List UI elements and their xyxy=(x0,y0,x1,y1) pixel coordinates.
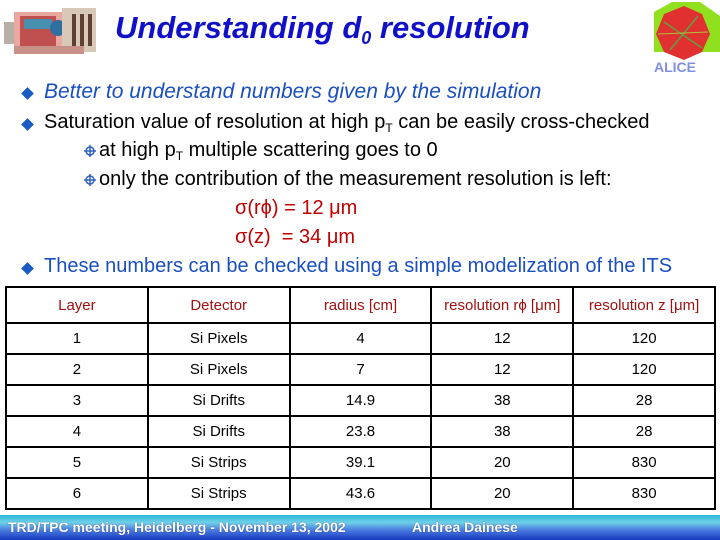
diamond-bullet-icon xyxy=(21,87,34,100)
cell-radius: 43.6 xyxy=(288,477,433,510)
cell-resolution-z: 120 xyxy=(572,353,716,386)
header-layer: Layer xyxy=(5,286,149,324)
cell-radius: 14.9 xyxy=(288,384,433,417)
cell-layer: 4 xyxy=(5,415,149,448)
table-row: 3 Si Drifts 14.9 38 28 xyxy=(5,384,716,417)
page-title: Understanding d0 resolution xyxy=(115,10,530,49)
alice-logo-text: ALICE xyxy=(654,59,696,75)
header-resolution-rphi: resolution rϕ [μm] xyxy=(430,286,575,324)
formula-sigma-rphi: σ(rϕ) = 12 μm xyxy=(235,197,358,219)
header-radius: radius [cm] xyxy=(288,286,433,324)
table-row: 5 Si Strips 39.1 20 830 xyxy=(5,446,716,479)
cell-radius: 4 xyxy=(288,322,433,355)
header-resolution-z: resolution z [μm] xyxy=(572,286,716,324)
bullet-2: Saturation value of resolution at high p… xyxy=(44,111,649,135)
title-tail: resolution xyxy=(371,10,530,45)
cell-radius: 23.8 xyxy=(288,415,433,448)
crosshair-bullet-icon xyxy=(84,174,96,186)
table-row: 2 Si Pixels 7 12 120 xyxy=(5,353,716,386)
bullet-2-text-a: Saturation value of resolution at high p xyxy=(44,111,386,133)
cell-resolution-rphi: 20 xyxy=(430,477,575,510)
bullet-3: These numbers can be checked using a sim… xyxy=(44,255,673,277)
bullet-2-subscript: T xyxy=(385,121,393,135)
sub-bullet-1-subscript: T xyxy=(175,149,184,163)
cell-resolution-rphi: 38 xyxy=(430,384,575,417)
cell-resolution-rphi: 12 xyxy=(430,322,575,355)
sub-bullet-2: only the contribution of the measurement… xyxy=(99,168,612,190)
cell-radius: 7 xyxy=(288,353,433,386)
footer-bar: TRD/TPC meeting, Heidelberg - November 1… xyxy=(0,515,720,540)
bullet-1: Better to understand numbers given by th… xyxy=(44,80,542,103)
cell-detector: Si Strips xyxy=(146,477,291,510)
footer-author: Andrea Dainese xyxy=(412,519,518,535)
sub-bullet-1-text-a: at high p xyxy=(99,139,176,161)
table-header-row: Layer Detector radius [cm] resolution rϕ… xyxy=(5,286,716,324)
table-row: 4 Si Drifts 23.8 38 28 xyxy=(5,415,716,448)
title-subscript: 0 xyxy=(361,28,372,48)
cell-layer: 6 xyxy=(5,477,149,510)
table-row: 6 Si Strips 43.6 20 830 xyxy=(5,477,716,510)
cell-resolution-z: 28 xyxy=(572,415,716,448)
cell-resolution-z: 120 xyxy=(572,322,716,355)
header-detector: Detector xyxy=(146,286,291,324)
cell-radius: 39.1 xyxy=(288,446,433,479)
cell-resolution-rphi: 20 xyxy=(430,446,575,479)
sub-bullet-1: at high pT multiple scattering goes to 0 xyxy=(99,139,438,163)
cell-resolution-z: 830 xyxy=(572,477,716,510)
cell-resolution-z: 28 xyxy=(572,384,716,417)
cell-layer: 2 xyxy=(5,353,149,386)
alice-logo: ALICE xyxy=(654,2,720,75)
cell-resolution-rphi: 38 xyxy=(430,415,575,448)
cell-detector: Si Pixels xyxy=(146,322,291,355)
diamond-bullet-icon xyxy=(21,118,34,131)
cell-layer: 1 xyxy=(5,322,149,355)
formula-sigma-z: σ(z) = 34 μm xyxy=(235,226,355,248)
table-row: 1 Si Pixels 4 12 120 xyxy=(5,322,716,355)
diamond-bullet-icon xyxy=(21,262,34,275)
cell-detector: Si Pixels xyxy=(146,353,291,386)
cell-resolution-rphi: 12 xyxy=(430,353,575,386)
cell-resolution-z: 830 xyxy=(572,446,716,479)
cell-layer: 3 xyxy=(5,384,149,417)
bullet-2-text-b: can be easily cross-checked xyxy=(392,111,650,133)
cell-layer: 5 xyxy=(5,446,149,479)
its-layers-table: Layer Detector radius [cm] resolution rϕ… xyxy=(5,286,716,510)
footer-meeting: TRD/TPC meeting, Heidelberg - November 1… xyxy=(8,519,346,535)
detector-illustration-logo xyxy=(4,8,96,54)
crosshair-bullet-icon xyxy=(84,145,96,157)
cell-detector: Si Strips xyxy=(146,446,291,479)
sub-bullet-1-text-b: multiple scattering goes to 0 xyxy=(183,139,438,161)
cell-detector: Si Drifts xyxy=(146,415,291,448)
title-main: Understanding d xyxy=(115,10,362,45)
cell-detector: Si Drifts xyxy=(146,384,291,417)
